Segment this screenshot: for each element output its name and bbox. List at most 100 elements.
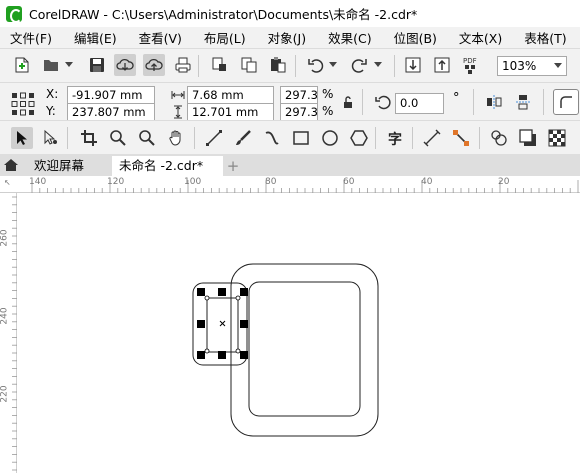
connector-tool-icon[interactable] bbox=[450, 127, 472, 149]
toolbar-separator bbox=[473, 89, 474, 115]
drawing-canvas[interactable] bbox=[18, 194, 580, 473]
pick-tool-icon[interactable] bbox=[11, 127, 33, 149]
zoom-dropdown-chevron-icon[interactable] bbox=[554, 63, 562, 69]
zoom-level-field[interactable]: 103% bbox=[497, 56, 567, 76]
menu-file[interactable]: 文件(F) bbox=[9, 28, 53, 47]
home-icon[interactable] bbox=[3, 157, 19, 173]
selection-center-mark[interactable] bbox=[219, 320, 226, 327]
cloud-upload-icon[interactable] bbox=[143, 54, 165, 76]
width-field[interactable]: 7.68 mm bbox=[187, 86, 274, 104]
property-bar: X: -91.907 mm Y: 237.807 mm 7.68 mm 12.7… bbox=[0, 82, 580, 121]
lock-ratio-icon[interactable] bbox=[340, 93, 356, 111]
zoom-out-tool-icon[interactable] bbox=[136, 127, 158, 149]
ruler-tick-label: 140 bbox=[29, 177, 47, 187]
text-tool-icon[interactable]: 字 bbox=[385, 127, 407, 149]
ruler-tick-label: 240 bbox=[0, 307, 10, 325]
menu-bar: 文件(F) 编辑(E) 查看(V) 布局(L) 对象(J) 效果(C) 位图(B… bbox=[0, 27, 580, 48]
height-field[interactable]: 12.701 mm bbox=[187, 103, 274, 121]
redo-dropdown-chevron-icon[interactable] bbox=[372, 54, 384, 76]
paste-icon[interactable] bbox=[267, 54, 289, 76]
cloud-download-icon[interactable] bbox=[114, 54, 136, 76]
pdf-icon[interactable]: PDF bbox=[460, 54, 482, 76]
width-icon bbox=[171, 88, 185, 102]
menu-layout[interactable]: 布局(L) bbox=[203, 28, 247, 47]
open-folder-icon[interactable] bbox=[40, 54, 62, 76]
dimension-tool-icon[interactable] bbox=[421, 127, 443, 149]
shape-tool-icon[interactable] bbox=[40, 127, 62, 149]
undo-icon[interactable] bbox=[305, 54, 327, 76]
rotation-degree-label: ° bbox=[453, 91, 460, 106]
toolbar-separator bbox=[543, 89, 544, 115]
document-tab-bar: 欢迎屏幕 未命名 -2.cdr* + bbox=[0, 154, 580, 176]
toolbar-separator bbox=[362, 89, 363, 115]
svg-text:PDF: PDF bbox=[463, 57, 477, 65]
mirror-vertical-icon[interactable] bbox=[512, 91, 534, 113]
menu-object[interactable]: 对象(J) bbox=[267, 28, 307, 47]
vertical-ruler[interactable]: 260 240 220 bbox=[0, 193, 17, 473]
open-dropdown-chevron-icon[interactable] bbox=[63, 54, 75, 76]
copy-icon[interactable] bbox=[238, 54, 260, 76]
undo-dropdown-chevron-icon[interactable] bbox=[327, 54, 339, 76]
horizontal-ruler-ticks bbox=[31, 180, 579, 193]
transparency-tool-icon[interactable] bbox=[546, 127, 568, 149]
height-icon bbox=[171, 105, 185, 119]
menu-view[interactable]: 查看(V) bbox=[138, 28, 183, 47]
ruler-tick-label: 60 bbox=[343, 177, 355, 187]
ruler-tick-label: 40 bbox=[421, 177, 433, 187]
menu-bitmaps[interactable]: 位图(B) bbox=[393, 28, 438, 47]
rectangle-tool-icon[interactable] bbox=[290, 127, 312, 149]
polygon-tool-icon[interactable] bbox=[348, 127, 370, 149]
rotation-angle-field[interactable]: 0.0 bbox=[395, 93, 444, 114]
corner-round-icon[interactable] bbox=[553, 89, 579, 115]
mirror-horizontal-icon[interactable] bbox=[483, 91, 505, 113]
add-tab-label: + bbox=[226, 157, 240, 175]
x-position-label: X: bbox=[46, 87, 59, 101]
ruler-tick-label: 220 bbox=[0, 385, 10, 403]
crop-tool-icon[interactable] bbox=[78, 127, 100, 149]
x-position-field[interactable]: -91.907 mm bbox=[67, 86, 155, 104]
drop-shadow-tool-icon[interactable] bbox=[517, 127, 539, 149]
menu-text[interactable]: 文本(X) bbox=[458, 28, 503, 47]
toolbar-separator bbox=[412, 127, 413, 149]
canvas-drawing bbox=[192, 263, 379, 437]
menu-edit[interactable]: 编辑(E) bbox=[73, 28, 118, 47]
save-icon[interactable] bbox=[86, 54, 108, 76]
y-position-label: Y: bbox=[46, 104, 56, 118]
horizontal-ruler[interactable]: ↖ 140 120 100 80 60 40 20 bbox=[0, 176, 580, 193]
artistic-media-tool-icon[interactable] bbox=[232, 127, 254, 149]
copy-properties-icon[interactable] bbox=[209, 54, 231, 76]
tab-document[interactable]: 未命名 -2.cdr* bbox=[112, 156, 223, 176]
toolbar-separator bbox=[67, 127, 68, 149]
object-origin-icon[interactable] bbox=[10, 91, 36, 117]
toolbar-separator bbox=[375, 127, 376, 149]
cup-inner-outline[interactable] bbox=[248, 281, 361, 417]
menu-effects[interactable]: 效果(C) bbox=[327, 28, 372, 47]
cup-handle-inner-selected[interactable] bbox=[206, 297, 239, 353]
toolbox-bar: 字 bbox=[0, 120, 580, 154]
export-icon[interactable] bbox=[431, 54, 453, 76]
import-icon[interactable] bbox=[402, 54, 424, 76]
y-position-field[interactable]: 237.807 mm bbox=[67, 103, 155, 121]
redo-icon[interactable] bbox=[348, 54, 370, 76]
ellipse-tool-icon[interactable] bbox=[319, 127, 341, 149]
scale-x-field[interactable]: 297.3 bbox=[280, 86, 318, 104]
blend-tool-icon[interactable] bbox=[488, 127, 510, 149]
toolbar-separator bbox=[479, 127, 480, 149]
ruler-tick-label: 260 bbox=[0, 229, 10, 247]
scale-y-field[interactable]: 297.3 bbox=[280, 103, 318, 121]
zoom-tool-icon[interactable] bbox=[107, 127, 129, 149]
rotation-icon bbox=[372, 91, 394, 113]
cup-outer-outline[interactable] bbox=[230, 263, 379, 437]
coreldraw-logo-icon bbox=[6, 5, 22, 23]
bezier-tool-icon[interactable] bbox=[261, 127, 283, 149]
freehand-tool-icon[interactable] bbox=[203, 127, 225, 149]
print-icon[interactable] bbox=[172, 54, 194, 76]
add-tab-button[interactable]: + bbox=[224, 156, 242, 176]
scale-y-percent-label: % bbox=[322, 104, 334, 118]
ruler-tick-label: 20 bbox=[498, 177, 510, 187]
menu-table[interactable]: 表格(T) bbox=[523, 28, 567, 47]
tab-welcome-screen[interactable]: 欢迎屏幕 bbox=[24, 156, 110, 176]
new-document-icon[interactable] bbox=[11, 54, 33, 76]
node-handles[interactable] bbox=[204, 295, 241, 354]
pan-tool-icon[interactable] bbox=[165, 127, 187, 149]
